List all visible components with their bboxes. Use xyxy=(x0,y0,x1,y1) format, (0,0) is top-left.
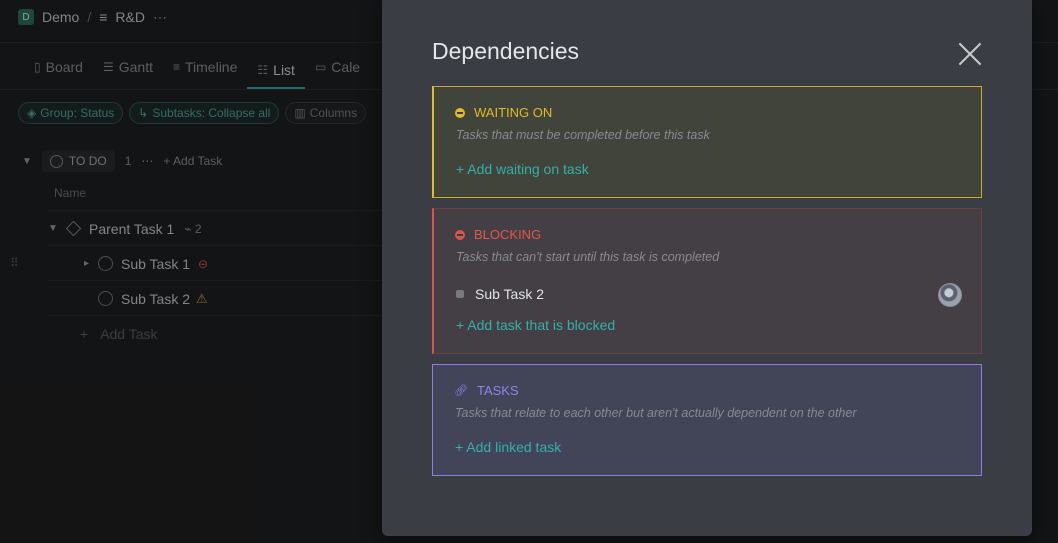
section-description: Tasks that must be completed before this… xyxy=(456,128,710,142)
modal-title: Dependencies xyxy=(432,38,580,64)
section-header: WAITING ON xyxy=(455,105,552,120)
linked-tasks-section: 🔗︎ TASKS Tasks that relate to each other… xyxy=(432,364,982,476)
section-header: 🔗︎ TASKS xyxy=(454,383,519,398)
waiting-icon xyxy=(455,107,465,118)
close-icon[interactable] xyxy=(958,42,982,66)
status-dot-icon xyxy=(456,290,464,298)
section-description: Tasks that relate to each other but aren… xyxy=(455,406,857,420)
add-blocked-task-button[interactable]: + Add task that is blocked xyxy=(456,317,615,333)
dependencies-modal: Dependencies WAITING ON Tasks that must … xyxy=(382,0,1032,536)
link-icon: 🔗︎ xyxy=(454,385,468,397)
avatar[interactable] xyxy=(938,283,962,307)
section-header: BLOCKING xyxy=(455,227,541,242)
section-description: Tasks that can't start until this task i… xyxy=(456,250,720,264)
dependency-item[interactable]: Sub Task 2 xyxy=(456,283,962,307)
add-linked-task-button[interactable]: + Add linked task xyxy=(455,439,561,455)
add-waiting-on-button[interactable]: + Add waiting on task xyxy=(456,161,589,177)
blocking-icon xyxy=(455,229,465,240)
waiting-on-section: WAITING ON Tasks that must be completed … xyxy=(432,86,982,198)
blocking-section: BLOCKING Tasks that can't start until th… xyxy=(432,208,982,354)
